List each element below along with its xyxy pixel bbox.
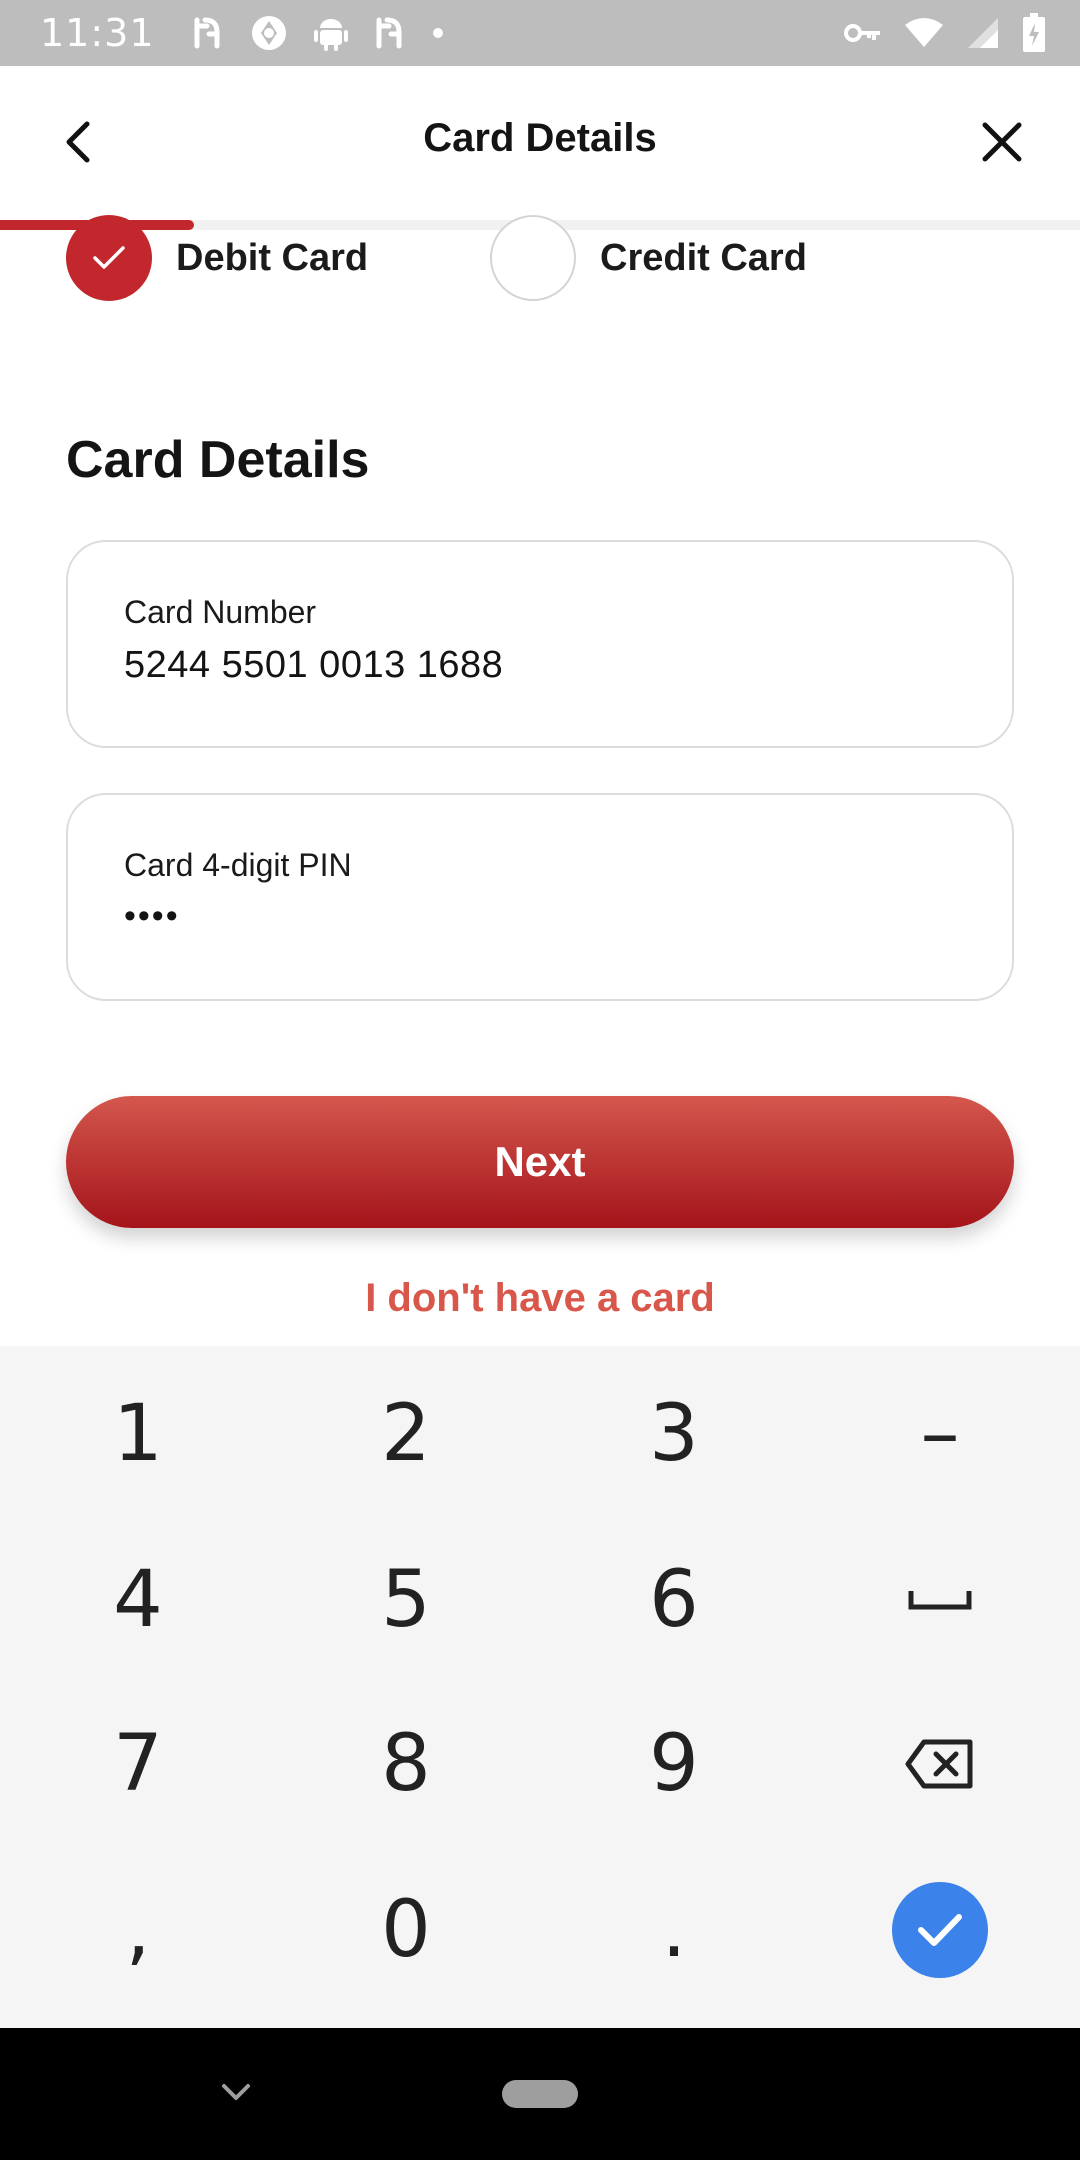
pin-label: Card 4-digit PIN (124, 847, 352, 883)
page-title: Card Details (423, 116, 657, 160)
card-number-label: Card Number (124, 594, 317, 630)
key-period[interactable]: . (540, 1850, 808, 2010)
no-card-link[interactable]: I don't have a card (0, 1276, 1080, 1321)
pin-value[interactable]: •••• (124, 897, 180, 936)
key-1[interactable]: 1 (4, 1354, 272, 1514)
app-bar: Card Details (0, 66, 1080, 220)
debit-card-option[interactable]: Debit Card (66, 215, 368, 301)
credit-card-option[interactable]: Credit Card (490, 215, 807, 301)
key-8[interactable]: 8 (272, 1684, 540, 1844)
status-time: 11:31 (40, 11, 155, 55)
numeric-keyboard: 1 2 3 – 4 5 6 7 8 9 , 0 . (0, 1346, 1080, 2028)
wifi-icon (904, 17, 944, 49)
done-check-icon (918, 1914, 962, 1946)
key-7[interactable]: 7 (4, 1684, 272, 1844)
status-system-icons (844, 0, 1046, 66)
card-number-field[interactable]: Card Number 5244 5501 0013 1688 (66, 540, 1014, 748)
close-icon (982, 122, 1022, 162)
chevron-down-icon (222, 2084, 250, 2100)
food-app-icon (373, 16, 407, 50)
pin-field[interactable]: Card 4-digit PIN •••• (66, 793, 1014, 1001)
key-4[interactable]: 4 (4, 1520, 272, 1680)
radio-unchecked[interactable] (490, 215, 576, 301)
next-button[interactable]: Next (66, 1096, 1014, 1228)
battery-charging-icon (1022, 13, 1046, 53)
key-backspace[interactable] (806, 1684, 1074, 1844)
android-icon (313, 14, 349, 52)
key-done[interactable] (806, 1850, 1074, 2010)
radio-checked[interactable] (66, 215, 152, 301)
credit-card-label: Credit Card (600, 236, 807, 279)
key-0[interactable]: 0 (272, 1850, 540, 2010)
key-comma[interactable]: , (4, 1850, 272, 2010)
close-button[interactable] (974, 114, 1030, 170)
key-5[interactable]: 5 (272, 1520, 540, 1680)
key-6[interactable]: 6 (540, 1520, 808, 1680)
camera-shutter-icon (249, 13, 289, 53)
status-notification-icons (191, 13, 445, 53)
food-app-icon (191, 16, 225, 50)
backspace-icon (905, 1739, 973, 1789)
vpn-key-icon (844, 22, 882, 44)
system-nav-bar (0, 2028, 1080, 2160)
key-space[interactable] (806, 1520, 1074, 1680)
space-icon (908, 1591, 972, 1610)
card-number-value[interactable]: 5244 5501 0013 1688 (124, 644, 503, 687)
debit-card-label: Debit Card (176, 236, 369, 279)
cell-signal-icon (966, 16, 1000, 50)
key-3[interactable]: 3 (540, 1354, 808, 1514)
key-dash[interactable]: – (806, 1354, 1074, 1514)
nav-back-button[interactable] (214, 2074, 258, 2110)
status-bar: 11:31 (0, 0, 1080, 66)
key-2[interactable]: 2 (272, 1354, 540, 1514)
check-icon (93, 246, 125, 269)
nav-home-pill[interactable] (502, 2080, 578, 2108)
key-9[interactable]: 9 (540, 1684, 808, 1844)
section-title: Card Details (66, 431, 370, 489)
done-button[interactable] (892, 1882, 988, 1978)
dot-icon (431, 26, 445, 40)
